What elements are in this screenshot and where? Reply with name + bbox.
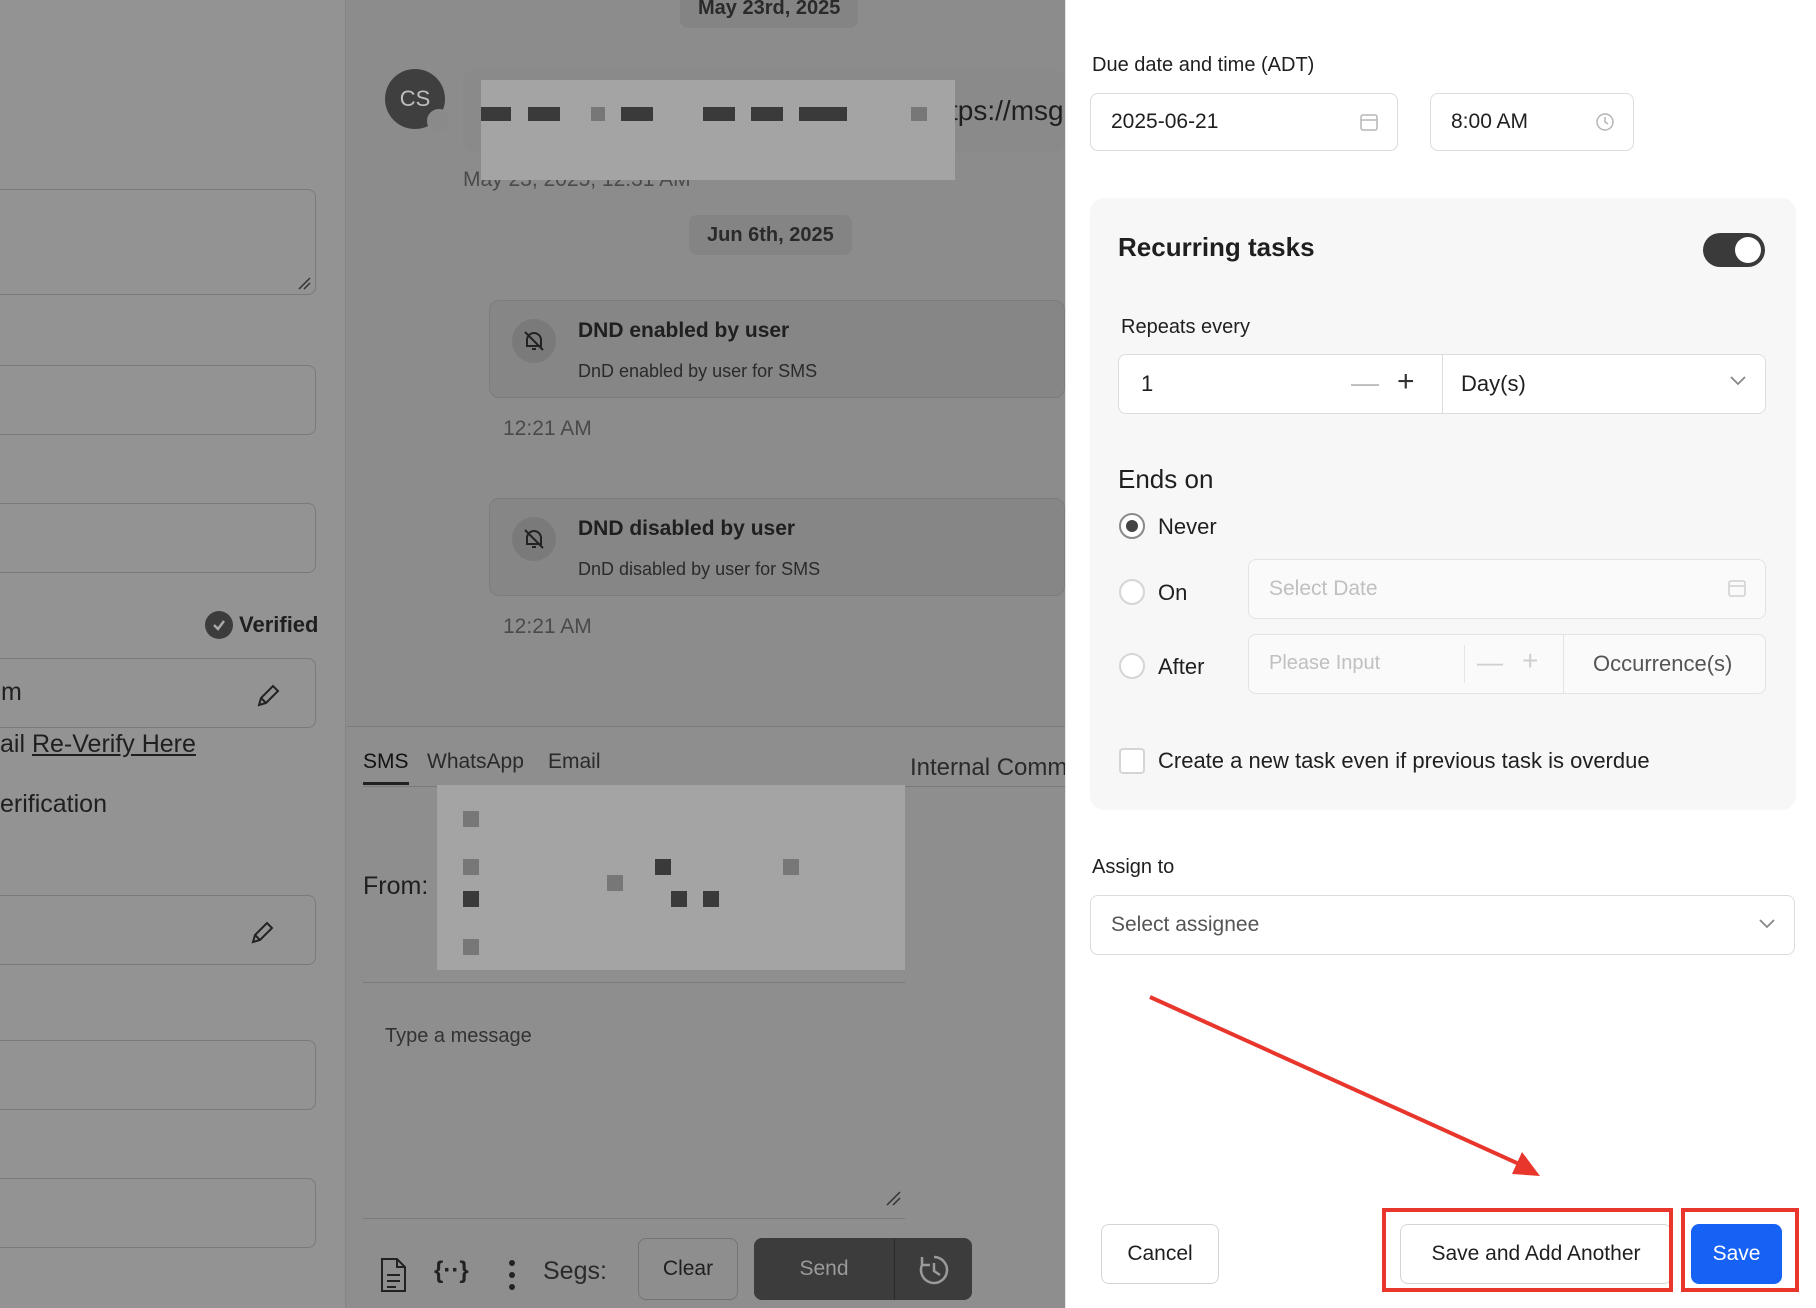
occurrence-unit: Occurrence(s) [1593, 651, 1733, 676]
recurring-tasks-section [1090, 198, 1796, 810]
assignee-placeholder: Select assignee [1111, 913, 1260, 936]
cancel-button[interactable]: Cancel [1101, 1224, 1219, 1284]
send-button[interactable]: Send [754, 1238, 972, 1300]
redacted-block [481, 80, 955, 180]
avatar: CS [385, 69, 451, 133]
date-separator: Jun 6th, 2025 [689, 215, 852, 255]
resize-handle-icon [298, 277, 311, 290]
toggle-knob [1735, 237, 1761, 263]
activity-card: DND enabled by user DnD enabled by user … [489, 300, 1065, 398]
increment-button[interactable]: + [1397, 365, 1415, 399]
redacted-block [437, 785, 905, 970]
recurring-toggle[interactable] [1703, 233, 1765, 267]
overdue-checkbox-label[interactable]: Create a new task even if previous task … [1158, 748, 1650, 774]
verified-badge: Verified [205, 611, 318, 639]
email-value: m [1, 678, 22, 706]
message-input[interactable]: Type a message [385, 1025, 532, 1048]
decrement-button[interactable]: — [1477, 647, 1503, 678]
activity-card: DND disabled by user DnD disabled by use… [489, 498, 1065, 596]
contact-field-1[interactable] [0, 365, 316, 435]
message-text: tps://msg [950, 95, 1064, 126]
contact-field-2[interactable] [0, 503, 316, 573]
verified-label: Verified [239, 612, 319, 637]
overdue-checkbox[interactable] [1119, 748, 1145, 774]
repeat-value-input[interactable]: 1 [1141, 371, 1153, 397]
contact-field-5[interactable] [0, 1178, 316, 1248]
assign-to-label: Assign to [1092, 856, 1175, 878]
repeats-every-label: Repeats every [1121, 316, 1250, 338]
reverify-link[interactable]: Re-Verify Here [32, 730, 196, 758]
activity-timestamp: 12:21 AM [503, 417, 592, 440]
radio-never-label[interactable]: Never [1158, 514, 1217, 540]
end-date-input[interactable]: Select Date [1248, 559, 1766, 619]
end-date-placeholder: Select Date [1269, 577, 1378, 600]
activity-detail: DnD disabled by user for SMS [578, 559, 821, 579]
document-icon[interactable] [378, 1257, 408, 1293]
email-badge-icon [427, 109, 451, 133]
highlight-box [1681, 1208, 1799, 1292]
avatar-initials: CS [399, 86, 431, 111]
repeat-unit-select[interactable]: Day(s) [1461, 371, 1526, 397]
bell-off-icon [512, 319, 556, 363]
occurrence-stepper: Please Input — + Occurrence(s) [1248, 634, 1766, 694]
calendar-icon [1728, 580, 1746, 597]
activity-title: DND enabled by user [578, 319, 790, 342]
notes-textarea[interactable] [0, 189, 316, 295]
date-separator: May 23rd, 2025 [680, 0, 859, 28]
pencil-icon[interactable] [247, 918, 277, 948]
radio-after-label[interactable]: After [1158, 654, 1204, 680]
due-time-input[interactable]: 8:00 AM [1430, 93, 1634, 151]
more-vertical-icon[interactable] [505, 1257, 519, 1293]
due-time-value: 8:00 AM [1451, 110, 1529, 133]
chevron-down-icon [1759, 919, 1775, 929]
schedule-clock-icon[interactable] [917, 1253, 951, 1287]
clock-icon [1596, 113, 1614, 131]
contact-field-4[interactable] [0, 1040, 316, 1110]
segments-label: Segs: [543, 1257, 607, 1285]
assignee-select[interactable]: Select assignee [1090, 895, 1795, 955]
tab-sms[interactable]: SMS [363, 750, 409, 785]
email-field[interactable]: m [0, 658, 316, 728]
decrement-button[interactable]: — [1351, 367, 1379, 399]
tab-internal-comment[interactable]: Internal Comm [910, 754, 1067, 782]
tab-email[interactable]: Email [548, 750, 601, 774]
contact-details-panel: Verified m ail Re-Verify Here erificatio… [0, 0, 346, 1308]
chevron-down-icon[interactable] [1729, 375, 1747, 387]
radio-on-label[interactable]: On [1158, 580, 1187, 606]
highlight-box [1382, 1208, 1673, 1292]
send-label: Send [799, 1257, 849, 1280]
clear-button[interactable]: Clear [638, 1238, 738, 1300]
due-date-label: Due date and time (ADT) [1092, 54, 1315, 76]
recurring-tasks-title: Recurring tasks [1118, 232, 1315, 262]
radio-on[interactable] [1119, 579, 1145, 605]
pencil-icon[interactable] [253, 681, 283, 711]
repeat-interval-group: 1 — + Day(s) [1118, 354, 1766, 414]
activity-timestamp: 12:21 AM [503, 615, 592, 638]
activity-detail: DnD enabled by user for SMS [578, 361, 818, 381]
from-label: From: [363, 872, 429, 900]
verification-heading: erification [0, 790, 107, 818]
custom-values-icon[interactable]: {··} [434, 1257, 469, 1285]
increment-button[interactable]: + [1522, 645, 1538, 677]
occurrence-input[interactable]: Please Input [1269, 652, 1380, 675]
tab-whatsapp[interactable]: WhatsApp [427, 750, 524, 774]
ends-on-title: Ends on [1118, 464, 1214, 494]
check-circle-icon [205, 611, 233, 639]
resize-handle-icon [886, 1191, 901, 1206]
due-date-value: 2025-06-21 [1111, 110, 1219, 133]
bell-off-icon [512, 517, 556, 561]
radio-never[interactable] [1119, 513, 1145, 539]
calendar-icon [1360, 114, 1378, 131]
due-date-input[interactable]: 2025-06-21 [1090, 93, 1398, 151]
radio-after[interactable] [1119, 653, 1145, 679]
contact-field-3[interactable] [0, 895, 316, 965]
activity-title: DND disabled by user [578, 517, 796, 540]
reverify-prefix: ail [0, 730, 26, 758]
